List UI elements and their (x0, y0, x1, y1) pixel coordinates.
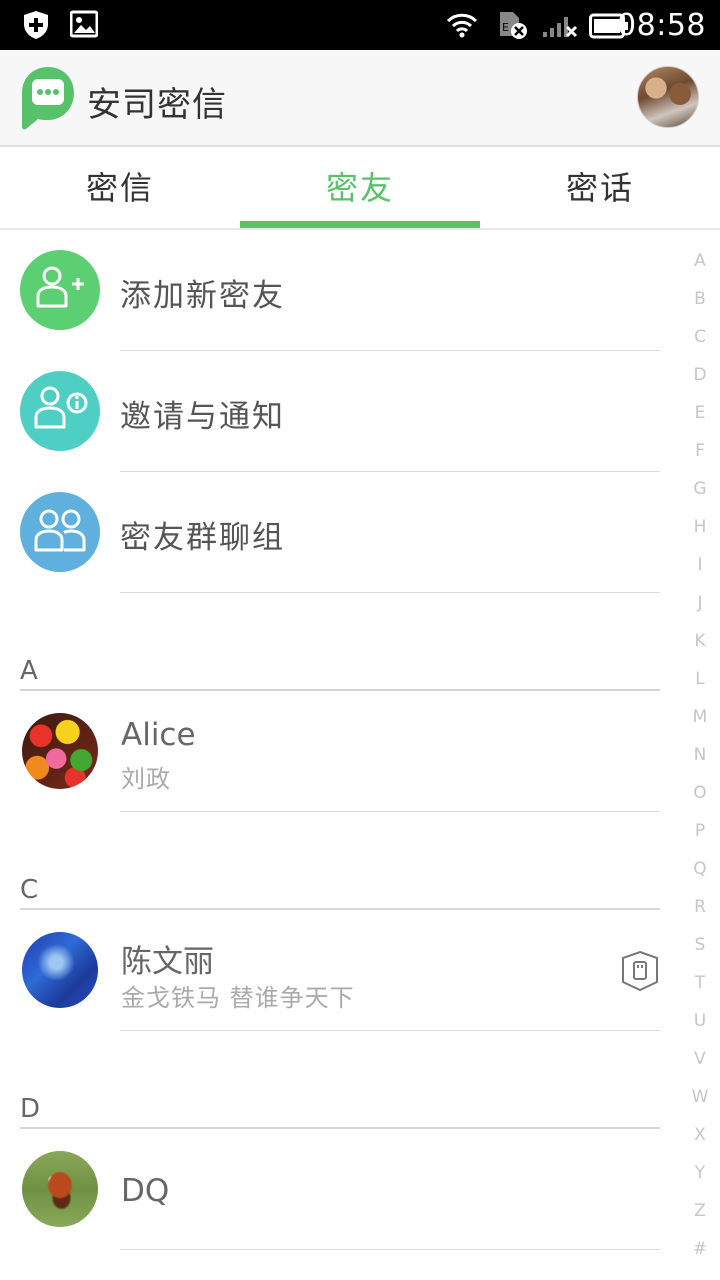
blue-avatar (22, 932, 98, 1008)
add-friend-row[interactable]: 添加新密友 (0, 230, 680, 351)
chat-bubble-logo-icon (20, 65, 76, 131)
index-letter[interactable]: P (680, 812, 720, 850)
app-title: 安司密信 (87, 85, 227, 125)
contact-name: 陈文丽 (121, 944, 214, 980)
index-letter[interactable]: G (680, 470, 720, 508)
divider (120, 1030, 660, 1031)
active-tab-indicator (240, 221, 480, 228)
index-letter[interactable]: Q (680, 850, 720, 888)
clock-time: 08:58 (617, 8, 706, 43)
section-header-d: D (20, 1094, 41, 1124)
person-info-icon (20, 371, 100, 451)
index-letter[interactable]: X (680, 1116, 720, 1154)
index-letter[interactable]: M (680, 698, 720, 736)
index-letter[interactable]: U (680, 1002, 720, 1040)
group-icon (20, 492, 100, 572)
section-header-c: C (20, 875, 39, 905)
index-letter[interactable]: Y (680, 1154, 720, 1192)
contact-name: Alice (121, 717, 196, 753)
candy-avatar (22, 713, 98, 789)
divider (120, 592, 660, 593)
status-bar: E 08:58 (0, 0, 720, 50)
index-letter[interactable]: H (680, 508, 720, 546)
signal-off-icon (542, 12, 578, 42)
divider (120, 1249, 660, 1250)
wifi-icon (446, 12, 478, 42)
contact-row-dq[interactable]: DQ (0, 1129, 680, 1249)
index-letter[interactable]: O (680, 774, 720, 812)
index-letter[interactable]: I (680, 546, 720, 584)
index-letter[interactable]: D (680, 356, 720, 394)
contact-subtitle: 刘政 (121, 765, 171, 793)
index-letter[interactable]: B (680, 280, 720, 318)
index-letter[interactable]: # (680, 1230, 720, 1268)
index-letter[interactable]: W (680, 1078, 720, 1116)
index-letter[interactable]: C (680, 318, 720, 356)
alphabet-index[interactable]: A B C D E F G H I J K L M N O P Q R S T U V W X Y Z # (680, 242, 720, 1268)
index-letter[interactable]: V (680, 1040, 720, 1078)
tab-calls[interactable]: 密话 (480, 148, 720, 228)
contact-name: DQ (121, 1173, 170, 1209)
section-header-a: A (20, 656, 38, 686)
index-letter[interactable]: T (680, 964, 720, 1002)
image-icon (69, 10, 99, 42)
invites-notifications-row[interactable]: 邀请与通知 (0, 351, 680, 472)
add-person-icon (20, 250, 100, 330)
red-panda-avatar (22, 1151, 98, 1227)
index-letter[interactable]: J (680, 584, 720, 622)
profile-avatar[interactable] (637, 66, 699, 128)
index-letter[interactable]: R (680, 888, 720, 926)
index-letter[interactable]: K (680, 622, 720, 660)
app-bar: 安司密信 (0, 50, 720, 147)
contact-row-alice[interactable]: Alice 刘政 (0, 691, 680, 811)
index-letter[interactable]: E (680, 394, 720, 432)
index-letter[interactable]: L (680, 660, 720, 698)
group-chat-label: 密友群聊组 (120, 520, 285, 556)
shield-plus-icon (22, 10, 50, 44)
divider (120, 811, 660, 812)
index-letter[interactable]: F (680, 432, 720, 470)
invites-notifications-label: 邀请与通知 (120, 399, 285, 435)
index-letter[interactable]: Z (680, 1192, 720, 1230)
svg-text:E: E (502, 21, 509, 34)
contact-subtitle: 金戈铁马 替谁争天下 (121, 984, 355, 1012)
sim-error-icon: E (497, 10, 529, 44)
tab-friends[interactable]: 密友 (240, 148, 480, 228)
tab-bar: 密信 密友 密话 (0, 148, 720, 230)
tab-messages[interactable]: 密信 (0, 148, 240, 228)
contact-row-chen-wenli[interactable]: 陈文丽 金戈铁马 替谁争天下 (0, 910, 680, 1030)
contact-list: 添加新密友 邀请与通知 密友群聊组 A Alice 刘政 C 陈文丽 金戈铁马 … (0, 230, 720, 1280)
index-letter[interactable]: N (680, 736, 720, 774)
add-friend-label: 添加新密友 (120, 278, 285, 314)
secure-device-icon (620, 950, 660, 996)
group-chat-row[interactable]: 密友群聊组 (0, 472, 680, 593)
index-letter[interactable]: A (680, 242, 720, 280)
index-letter[interactable]: S (680, 926, 720, 964)
